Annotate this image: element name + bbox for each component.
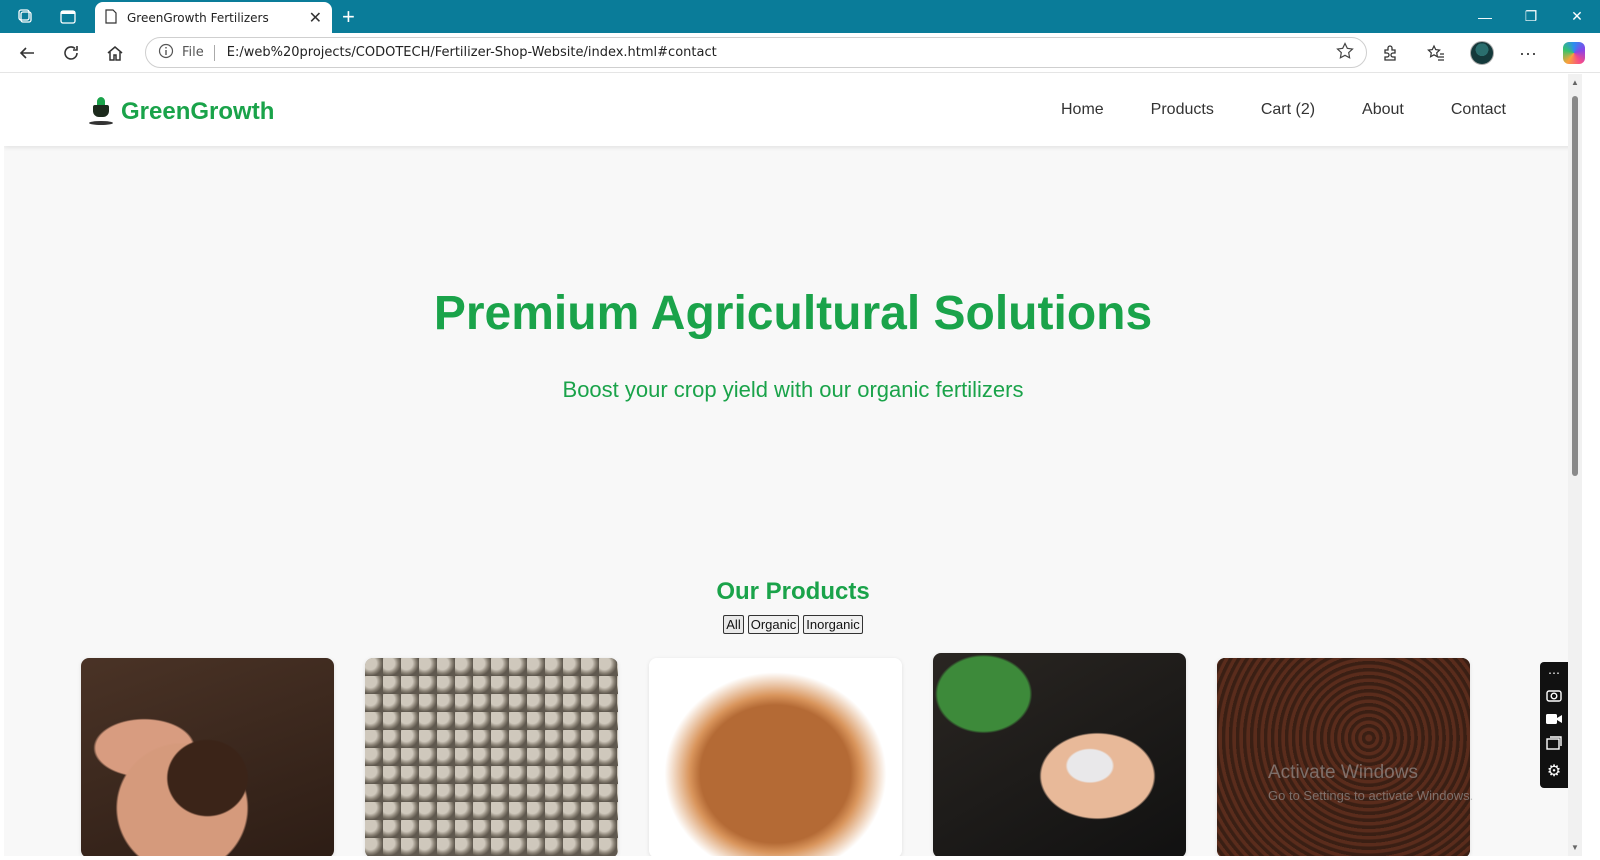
close-window-icon[interactable]: ✕ <box>1554 0 1600 33</box>
logo-plant-icon <box>89 95 113 129</box>
filter-inorganic-button[interactable]: Inorganic <box>803 615 863 634</box>
more-icon[interactable]: ⋯ <box>1548 666 1560 680</box>
url-field[interactable]: File E:/web%20projects/CODOTECH/Fertiliz… <box>145 37 1367 68</box>
product-card[interactable] <box>1217 658 1470 856</box>
filter-organic-button[interactable]: Organic <box>747 615 800 634</box>
filter-all-button[interactable]: All <box>723 615 744 634</box>
tab-title: GreenGrowth Fertilizers <box>127 10 269 25</box>
brand-name: GreenGrowth <box>121 98 275 125</box>
back-button[interactable] <box>5 33 49 73</box>
nav-contact[interactable]: Contact <box>1451 101 1506 119</box>
address-bar-row: File E:/web%20projects/CODOTECH/Fertiliz… <box>0 33 1600 73</box>
scrollbar-thumb[interactable] <box>1572 96 1578 476</box>
nav-home[interactable]: Home <box>1061 101 1104 119</box>
more-options-icon[interactable]: ··· <box>1512 37 1544 69</box>
nav-products[interactable]: Products <box>1151 101 1214 119</box>
favorite-star-icon[interactable] <box>1336 41 1354 64</box>
video-icon[interactable] <box>1545 713 1563 728</box>
vertical-tabs-icon[interactable] <box>51 0 85 33</box>
product-image-worms <box>1217 658 1470 856</box>
browser-tab-bar: GreenGrowth Fertilizers ✕ + — ❐ ✕ <box>0 0 1600 33</box>
product-image-soil <box>81 658 334 856</box>
new-tab-button[interactable]: + <box>342 0 355 33</box>
extensions-icon[interactable] <box>1374 37 1406 69</box>
camera-icon[interactable] <box>1546 688 1562 705</box>
url-scheme-label: File <box>182 45 204 60</box>
product-image-pellets <box>365 658 618 856</box>
minimize-icon[interactable]: — <box>1462 0 1508 33</box>
product-card[interactable] <box>81 658 334 856</box>
profile-avatar[interactable] <box>1466 37 1498 69</box>
page-icon <box>105 8 117 27</box>
products-heading: Our Products <box>716 578 870 605</box>
active-tab[interactable]: GreenGrowth Fertilizers ✕ <box>95 2 332 33</box>
info-icon[interactable] <box>158 43 174 63</box>
workspaces-icon[interactable] <box>9 0 43 33</box>
scroll-down-icon[interactable]: ▼ <box>1571 843 1579 852</box>
product-image-coir <box>649 658 902 856</box>
settings-gear-icon[interactable]: ⚙ <box>1547 761 1561 781</box>
site-header: GreenGrowth Home Products Cart (2) About… <box>4 74 1582 146</box>
page-scrollbar[interactable]: ▲ ▼ <box>1568 74 1582 856</box>
divider <box>213 44 215 61</box>
product-card[interactable] <box>365 658 618 856</box>
nav-cart[interactable]: Cart (2) <box>1261 101 1315 119</box>
refresh-button[interactable] <box>49 33 93 73</box>
product-card[interactable] <box>649 658 902 856</box>
hero-subtitle: Boost your crop yield with our organic f… <box>562 377 1024 402</box>
product-filters: All Organic Inorganic <box>4 615 1582 634</box>
nav-about[interactable]: About <box>1362 101 1404 119</box>
url-text[interactable]: E:/web%20projects/CODOTECH/Fertilizer-Sh… <box>227 45 1336 60</box>
copilot-icon[interactable] <box>1558 37 1590 69</box>
product-image-granules <box>933 653 1186 856</box>
home-button[interactable] <box>93 33 137 73</box>
close-tab-icon[interactable]: ✕ <box>309 8 322 28</box>
hero-title: Premium Agricultural Solutions <box>433 287 1153 340</box>
site-logo[interactable]: GreenGrowth <box>89 95 274 129</box>
product-card[interactable] <box>933 653 1186 856</box>
scroll-up-icon[interactable]: ▲ <box>1571 78 1579 87</box>
page-viewport: GreenGrowth Home Products Cart (2) About… <box>4 74 1582 856</box>
products-section: Our Products All Organic Inorganic <box>4 578 1582 634</box>
favorites-icon[interactable] <box>1420 37 1452 69</box>
hero-section: Premium Agricultural Solutions Boost you… <box>4 146 1582 403</box>
window-icon[interactable] <box>1546 736 1562 753</box>
restore-icon[interactable]: ❐ <box>1508 0 1554 33</box>
capture-toolbar: ⋯ ⚙ <box>1540 662 1568 788</box>
main-nav: Home Products Cart (2) About Contact <box>1061 74 1506 146</box>
product-cards <box>81 653 1470 856</box>
